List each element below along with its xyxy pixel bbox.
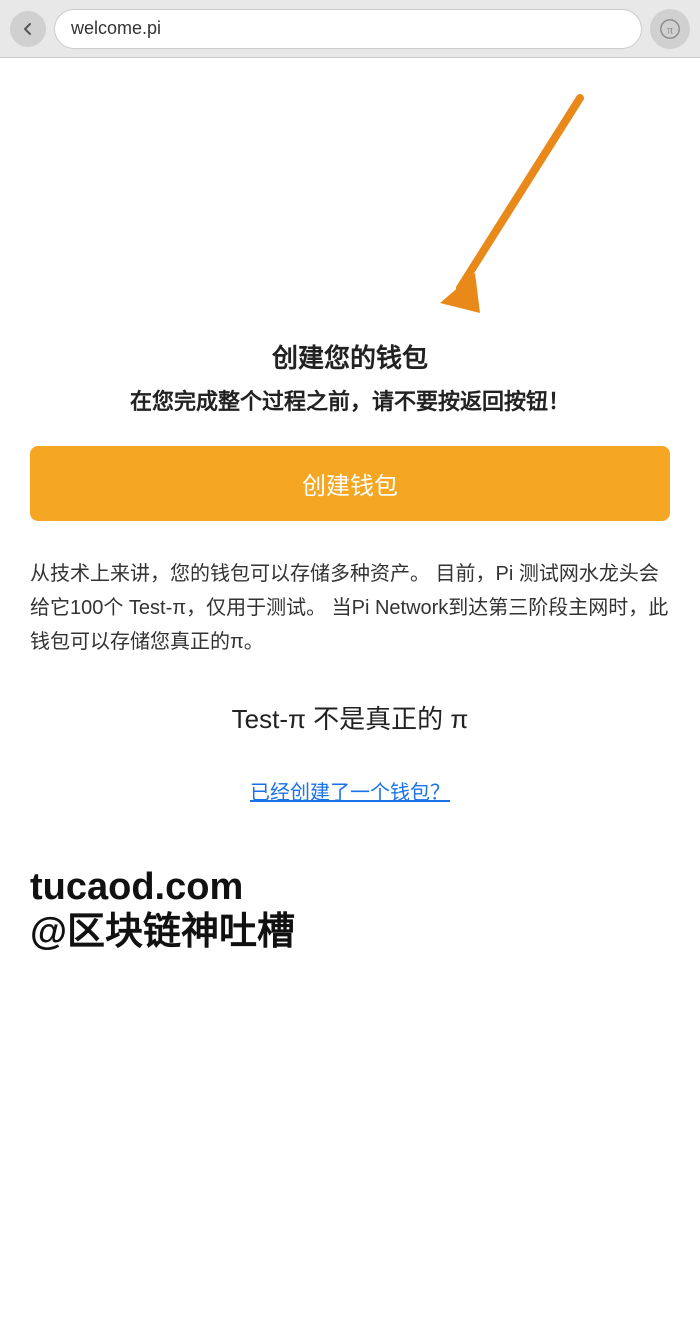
main-content: 创建您的钱包 在您完成整个过程之前，请不要按返回按钮！ 创建钱包 从技术上来讲，…: [0, 58, 700, 1343]
svg-text:π: π: [667, 22, 673, 36]
arrow-graphic: [380, 88, 640, 348]
test-pi-notice: Test-π 不是真正的 π: [30, 689, 670, 746]
watermark: tucaod.com @区块链神吐槽: [30, 865, 670, 956]
pi-icon-button[interactable]: π: [650, 9, 690, 49]
url-text: welcome.pi: [71, 18, 161, 39]
arrow-container: [30, 58, 670, 338]
browser-bar: welcome.pi π: [0, 0, 700, 58]
heading-section: 创建您的钱包 在您完成整个过程之前，请不要按返回按钮！: [30, 338, 670, 418]
address-bar[interactable]: welcome.pi: [54, 9, 642, 49]
description-text: 从技术上来讲，您的钱包可以存储多种资产。 目前，Pi 测试网水龙头会给它100个…: [30, 557, 670, 659]
already-created-link[interactable]: 已经创建了一个钱包？: [30, 776, 670, 805]
back-button[interactable]: [10, 11, 46, 47]
heading-subtitle: 在您完成整个过程之前，请不要按返回按钮！: [30, 387, 670, 418]
watermark-line2: @区块链神吐槽: [30, 910, 670, 956]
create-wallet-button[interactable]: 创建钱包: [30, 446, 670, 521]
watermark-line1: tucaod.com: [30, 865, 670, 911]
